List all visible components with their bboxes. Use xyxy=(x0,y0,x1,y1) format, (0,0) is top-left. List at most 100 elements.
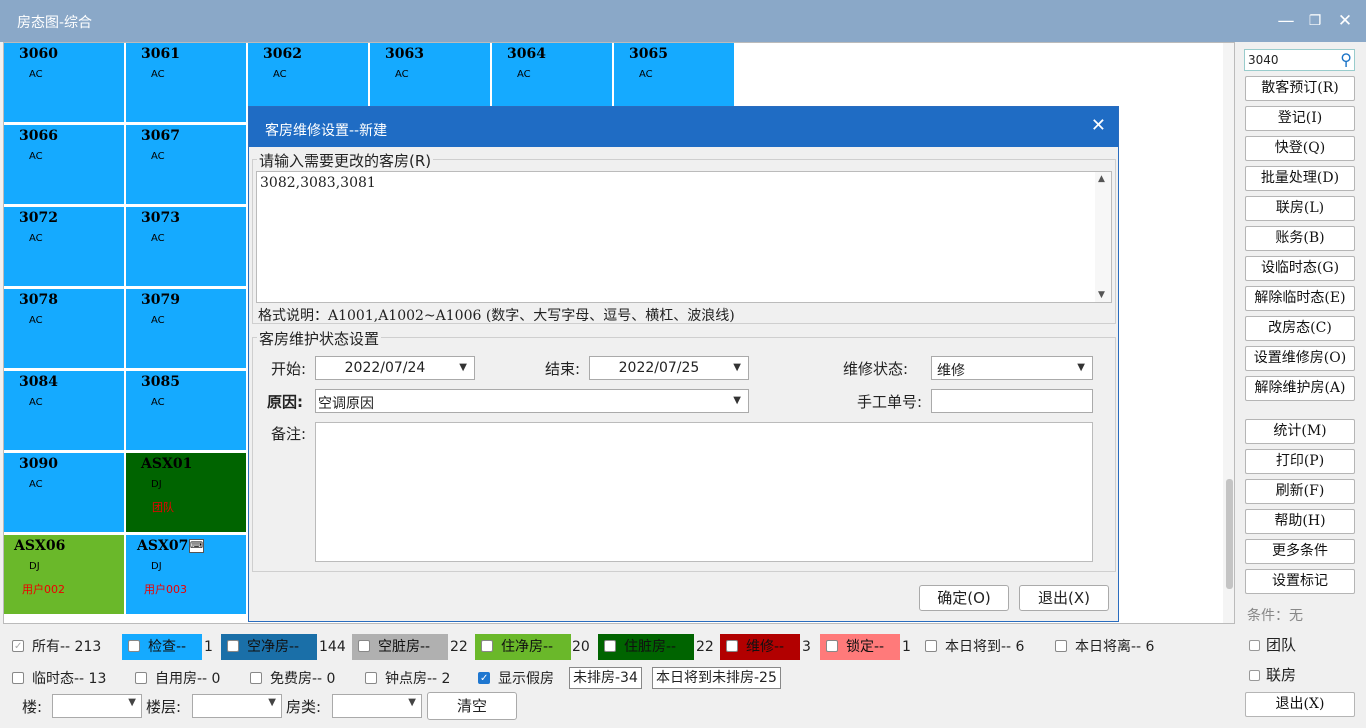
legend-repair[interactable]: 维修-- xyxy=(720,634,800,660)
minimize-icon[interactable]: — xyxy=(1274,9,1298,33)
room-tile[interactable]: 3079 AC xyxy=(126,289,247,369)
legend-locked[interactable]: 锁定-- xyxy=(820,634,900,660)
team-label: 团队 xyxy=(1266,636,1297,654)
search-icon[interactable]: ⚲ xyxy=(1340,50,1352,69)
room-tile[interactable]: 3084 AC xyxy=(4,371,125,451)
room-tile[interactable]: 3073 AC xyxy=(126,207,247,287)
checkbox-box[interactable] xyxy=(128,640,140,652)
clear-repair-room-button[interactable]: 解除维护房(A) xyxy=(1245,376,1355,401)
room-tile[interactable]: 3072 AC xyxy=(4,207,125,287)
start-label: 开始: xyxy=(271,360,307,378)
room-tile[interactable]: 3085 AC xyxy=(126,371,247,451)
room-tile[interactable]: 3067 AC xyxy=(126,125,247,205)
start-date-picker[interactable]: 2022/07/24 ▼ xyxy=(315,356,475,380)
legend-hourly[interactable]: 钟点房-- 2 xyxy=(363,666,450,692)
dialog-exit-button[interactable]: 退出(X) xyxy=(1019,585,1109,611)
legend-occupied-dirty-count: 22 xyxy=(696,639,714,655)
checkbox-box[interactable] xyxy=(481,640,493,652)
title-bar: 房态图-综合 — ❐ ✕ xyxy=(0,0,1366,42)
accounts-button[interactable]: 账务(B) xyxy=(1245,226,1355,251)
checkbox-box[interactable] xyxy=(135,672,147,684)
room-search-input[interactable]: 3040 ⚲ xyxy=(1244,49,1355,71)
team-checkbox[interactable]: 团队 xyxy=(1249,634,1296,655)
show-fake-rooms[interactable]: 显示假房 xyxy=(476,666,554,692)
checkbox-box[interactable] xyxy=(826,640,838,652)
legend-vacant-dirty[interactable]: 空脏房-- xyxy=(352,634,448,660)
legend-check[interactable]: 检查-- xyxy=(122,634,202,660)
clear-temp-status-button[interactable]: 解除临时态(E) xyxy=(1245,286,1355,311)
dialog-close-icon[interactable]: ✕ xyxy=(1091,115,1106,136)
checkbox-box[interactable] xyxy=(478,666,490,692)
checkbox-box[interactable] xyxy=(358,640,370,652)
set-mark-button[interactable]: 设置标记 xyxy=(1245,569,1355,594)
scroll-up-icon[interactable]: ▲ xyxy=(1098,174,1105,184)
room-tile[interactable]: 3061 AC xyxy=(126,43,247,123)
scroll-down-icon[interactable]: ▼ xyxy=(1098,290,1105,300)
legend-temp[interactable]: 临时态-- 13 xyxy=(10,666,106,692)
exit-button[interactable]: 退出(X) xyxy=(1245,692,1355,717)
checkbox-box[interactable] xyxy=(604,640,616,652)
checkbox-box[interactable] xyxy=(1249,640,1260,651)
clear-filters-button[interactable]: 清空 xyxy=(427,692,517,720)
print-button[interactable]: 打印(P) xyxy=(1245,449,1355,474)
rooms-textarea[interactable]: 3082,3083,3081 ▲ ▼ xyxy=(256,171,1112,303)
room-tile[interactable]: 3078 AC xyxy=(4,289,125,369)
building-select[interactable]: ▼ xyxy=(52,694,142,718)
scrollbar-thumb[interactable] xyxy=(1226,479,1233,589)
restore-icon[interactable]: ❐ xyxy=(1303,9,1327,33)
manual-no-input[interactable] xyxy=(931,389,1093,413)
checkbox-box[interactable] xyxy=(925,640,937,652)
grid-scrollbar[interactable] xyxy=(1223,43,1234,623)
room-tile[interactable]: 3066 AC xyxy=(4,125,125,205)
statistics-button[interactable]: 统计(M) xyxy=(1245,419,1355,444)
note-textarea[interactable] xyxy=(315,422,1093,562)
set-temp-status-button[interactable]: 设临时态(G) xyxy=(1245,256,1355,281)
repair-status-select[interactable]: 维修 ▼ xyxy=(931,356,1093,380)
reason-select[interactable]: 空调原因 ▼ xyxy=(315,389,749,413)
checkbox-box[interactable] xyxy=(365,672,377,684)
quick-checkin-button[interactable]: 快登(Q) xyxy=(1245,136,1355,161)
link-rooms-button[interactable]: 联房(L) xyxy=(1245,196,1355,221)
room-tile[interactable]: ASX01 DJ 团队 xyxy=(126,453,247,533)
confirm-button[interactable]: 确定(O) xyxy=(919,585,1009,611)
walkin-booking-button[interactable]: 散客预订(R) xyxy=(1245,76,1355,101)
linked-checkbox[interactable]: 联房 xyxy=(1249,664,1296,685)
checkbox-box[interactable] xyxy=(1249,670,1260,681)
legend-occupied-dirty[interactable]: 住脏房-- xyxy=(598,634,694,660)
checkin-button[interactable]: 登记(I) xyxy=(1245,106,1355,131)
rooms-textarea-scrollbar[interactable]: ▲ ▼ xyxy=(1095,172,1111,302)
floor-select[interactable]: ▼ xyxy=(192,694,282,718)
room-tile[interactable]: ASX07 ⌨ DJ 用户003 xyxy=(126,535,247,615)
legend-vacant-clean[interactable]: 空净房-- xyxy=(221,634,317,660)
checkbox-box[interactable] xyxy=(1055,640,1067,652)
checkbox-box[interactable] xyxy=(12,672,24,684)
room-type: AC xyxy=(29,397,43,408)
unassigned-rooms-tag[interactable]: 未排房-34 xyxy=(569,667,642,689)
refresh-button[interactable]: 刷新(F) xyxy=(1245,479,1355,504)
room-tile[interactable]: 3060 AC xyxy=(4,43,125,123)
room-tile[interactable]: ASX06 DJ 用户002 xyxy=(4,535,125,615)
help-button[interactable]: 帮助(H) xyxy=(1245,509,1355,534)
checkbox-box[interactable] xyxy=(227,640,239,652)
legend-depart-today[interactable]: 本日将离-- 6 xyxy=(1053,634,1154,660)
change-room-status-button[interactable]: 改房态(C) xyxy=(1245,316,1355,341)
end-date-picker[interactable]: 2022/07/25 ▼ xyxy=(589,356,749,380)
legend-arrive-today[interactable]: 本日将到-- 6 xyxy=(923,634,1024,660)
checkbox-box[interactable] xyxy=(726,640,738,652)
room-type: AC xyxy=(151,69,165,80)
legend-depart-today-label: 本日将离-- 6 xyxy=(1075,639,1155,655)
legend-check-label: 检查-- xyxy=(148,639,187,655)
legend-occupied-clean[interactable]: 住净房-- xyxy=(475,634,571,660)
checkbox-box[interactable] xyxy=(250,672,262,684)
legend-self-use[interactable]: 自用房-- 0 xyxy=(133,666,220,692)
close-icon[interactable]: ✕ xyxy=(1333,9,1357,33)
batch-process-button[interactable]: 批量处理(D) xyxy=(1245,166,1355,191)
set-repair-room-button[interactable]: 设置维修房(O) xyxy=(1245,346,1355,371)
room-tile[interactable]: 3090 AC xyxy=(4,453,125,533)
room-type-select[interactable]: ▼ xyxy=(332,694,422,718)
more-conditions-button[interactable]: 更多条件 xyxy=(1245,539,1355,564)
legend-all[interactable]: 所有-- 213 xyxy=(10,634,101,660)
checkbox-box[interactable] xyxy=(12,634,24,660)
legend-free[interactable]: 免费房-- 0 xyxy=(248,666,335,692)
arrive-unassigned-tag[interactable]: 本日将到未排房-25 xyxy=(652,667,781,689)
